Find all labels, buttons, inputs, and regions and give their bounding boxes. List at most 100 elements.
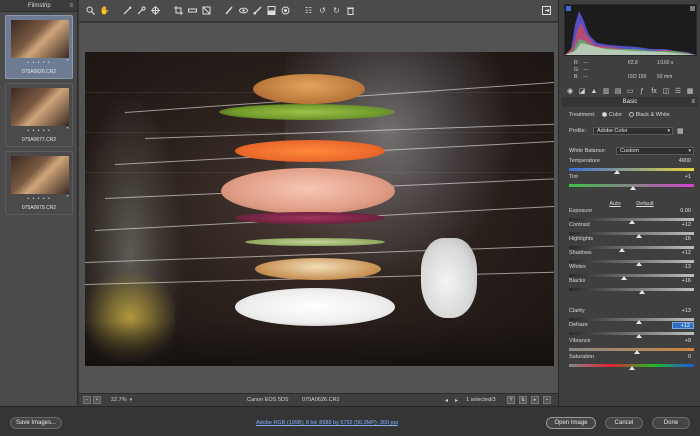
highlight-clipping-icon[interactable]	[690, 6, 695, 11]
cancel-button[interactable]: Cancel	[605, 417, 643, 429]
preferences-icon[interactable]: ☷	[303, 5, 314, 16]
filmstrip-thumbnail[interactable]: • • • • • ◔ 075A0677.CR2	[5, 83, 73, 147]
tint-value[interactable]: +1	[672, 174, 694, 181]
white-balance-dropdown[interactable]: Custom ▾	[616, 147, 694, 155]
zoom-dropdown-icon[interactable]: ▾	[130, 397, 133, 403]
transform-icon[interactable]	[201, 5, 212, 16]
whites-value[interactable]: -13	[672, 264, 694, 271]
adjustment-brush-icon[interactable]	[252, 5, 263, 16]
presets-icon[interactable]: ☰	[674, 87, 682, 95]
exposure-value[interactable]: 0.00	[672, 208, 694, 215]
trash-icon[interactable]	[345, 5, 356, 16]
adjustments-panel: R: --- G: --- B: --- f/2.8 ISO 100 1/160…	[558, 0, 700, 406]
open-image-button[interactable]: Open Image	[546, 417, 596, 429]
blacks-slider[interactable]: Blacks +16	[569, 278, 694, 297]
panel-menu-icon[interactable]: ≡	[69, 3, 73, 9]
iso: ISO 100	[628, 74, 647, 80]
vibrance-track[interactable]	[569, 348, 694, 351]
swap-settings-icon[interactable]: ⇅	[519, 396, 527, 404]
basic-panel-icon[interactable]: ◉	[566, 87, 574, 95]
profile-browser-icon[interactable]: ▦	[677, 127, 684, 135]
before-after-view-icon[interactable]: Y	[507, 396, 515, 404]
next-image-icon[interactable]: ▸	[455, 397, 458, 404]
b-value: ---	[583, 74, 589, 80]
shadows-value[interactable]: +12	[672, 250, 694, 257]
highlights-track[interactable]	[569, 246, 694, 249]
contrast-track[interactable]	[569, 232, 694, 235]
toggle-settings-icon[interactable]: ▪	[543, 396, 551, 404]
split-toning-icon[interactable]: ▤	[614, 87, 622, 95]
star-rating[interactable]: • • • • •	[6, 60, 72, 66]
spot-removal-icon[interactable]	[224, 5, 235, 16]
fullscreen-icon[interactable]	[541, 5, 552, 16]
blacks-handle[interactable]	[638, 290, 645, 294]
star-rating[interactable]: • • • • •	[6, 128, 72, 134]
filmstrip-thumbnail[interactable]: • • • • • ◔ 075A0679.CR2	[5, 151, 73, 215]
calibration-icon[interactable]: ◫	[662, 87, 670, 95]
auto-button[interactable]: Auto	[609, 201, 620, 207]
clarity-track[interactable]	[569, 318, 694, 321]
vibrance-value[interactable]: +9	[672, 338, 694, 345]
whites-track[interactable]	[569, 274, 694, 277]
hand-icon[interactable]: ✋	[99, 5, 110, 16]
blacks-track[interactable]	[569, 288, 694, 291]
temperature-track[interactable]	[569, 168, 694, 171]
shadow-clipping-icon[interactable]	[566, 6, 571, 11]
default-button[interactable]: Default	[636, 201, 653, 207]
saturation-value[interactable]: 0	[672, 354, 694, 361]
detail-icon[interactable]: ▲	[590, 87, 598, 95]
b-label: B:	[574, 74, 579, 80]
temperature-value[interactable]: 4900	[672, 158, 694, 165]
toolbar: ✋ ☷ ↺ ↻	[79, 0, 558, 22]
highlights-value[interactable]: -16	[672, 236, 694, 243]
rotate-left-icon[interactable]: ↺	[317, 5, 328, 16]
g-label: G:	[574, 67, 580, 73]
crop-icon[interactable]	[173, 5, 184, 16]
star-rating[interactable]: • • • • •	[6, 196, 72, 202]
hsl-icon[interactable]: ▥	[602, 87, 610, 95]
graduated-filter-icon[interactable]	[266, 5, 277, 16]
fx-icon[interactable]: fx	[650, 87, 658, 95]
color-sampler-icon[interactable]	[136, 5, 147, 16]
image-canvas[interactable]	[79, 23, 558, 393]
treatment-bw-radio[interactable]	[628, 112, 634, 118]
rotate-right-icon[interactable]: ↻	[331, 5, 342, 16]
panel-menu-icon[interactable]: ≡	[691, 99, 695, 105]
white-balance-icon[interactable]	[122, 5, 133, 16]
workflow-options-link[interactable]: Adobe RGB (1998); 8 bit; 8688 by 5792 (5…	[256, 420, 398, 426]
highlights-label: Highlights	[569, 236, 594, 242]
profile-dropdown[interactable]: Adobe Color ▾	[593, 127, 673, 135]
shadows-track[interactable]	[569, 260, 694, 263]
lens-corrections-icon[interactable]: ▭	[626, 87, 634, 95]
saturation-handle[interactable]	[628, 366, 635, 370]
shadows-label: Shadows	[569, 250, 592, 256]
dehaze-value[interactable]: +12	[672, 322, 694, 329]
snapshots-icon[interactable]: ▦	[686, 87, 694, 95]
preview-image[interactable]	[85, 52, 554, 366]
save-images-button[interactable]: Save Images...	[10, 417, 62, 429]
straighten-icon[interactable]	[187, 5, 198, 16]
zoom-out-button[interactable]: −	[83, 396, 91, 404]
contrast-value[interactable]: +12	[672, 222, 694, 229]
filmstrip-thumbnail[interactable]: • • • • • ◔ 075A0626.CR2	[5, 15, 73, 79]
blacks-value[interactable]: +16	[672, 278, 694, 285]
saturation-slider[interactable]: Saturation 0	[569, 354, 694, 373]
previous-image-icon[interactable]: ◂	[445, 397, 448, 404]
treatment-color-radio[interactable]	[601, 112, 607, 118]
zoom-icon[interactable]	[85, 5, 96, 16]
targeted-adjustment-icon[interactable]	[150, 5, 161, 16]
zoom-level[interactable]: 22.7%	[111, 397, 127, 403]
tint-handle[interactable]	[629, 186, 636, 190]
dehaze-track[interactable]	[569, 332, 694, 335]
red-eye-icon[interactable]	[238, 5, 249, 16]
bottom-bar: Save Images... Adobe RGB (1998); 8 bit; …	[0, 406, 700, 436]
camera-model: Canon EOS 5DS	[247, 397, 289, 403]
done-button[interactable]: Done	[652, 417, 690, 429]
tint-slider[interactable]: Tint +1	[569, 174, 694, 193]
clarity-value[interactable]: +13	[672, 308, 694, 315]
tone-curve-icon[interactable]: ◪	[578, 87, 586, 95]
copy-settings-icon[interactable]: ▸	[531, 396, 539, 404]
zoom-in-button[interactable]: +	[93, 396, 101, 404]
effects-icon[interactable]: ƒ	[638, 87, 646, 95]
radial-filter-icon[interactable]	[280, 5, 291, 16]
